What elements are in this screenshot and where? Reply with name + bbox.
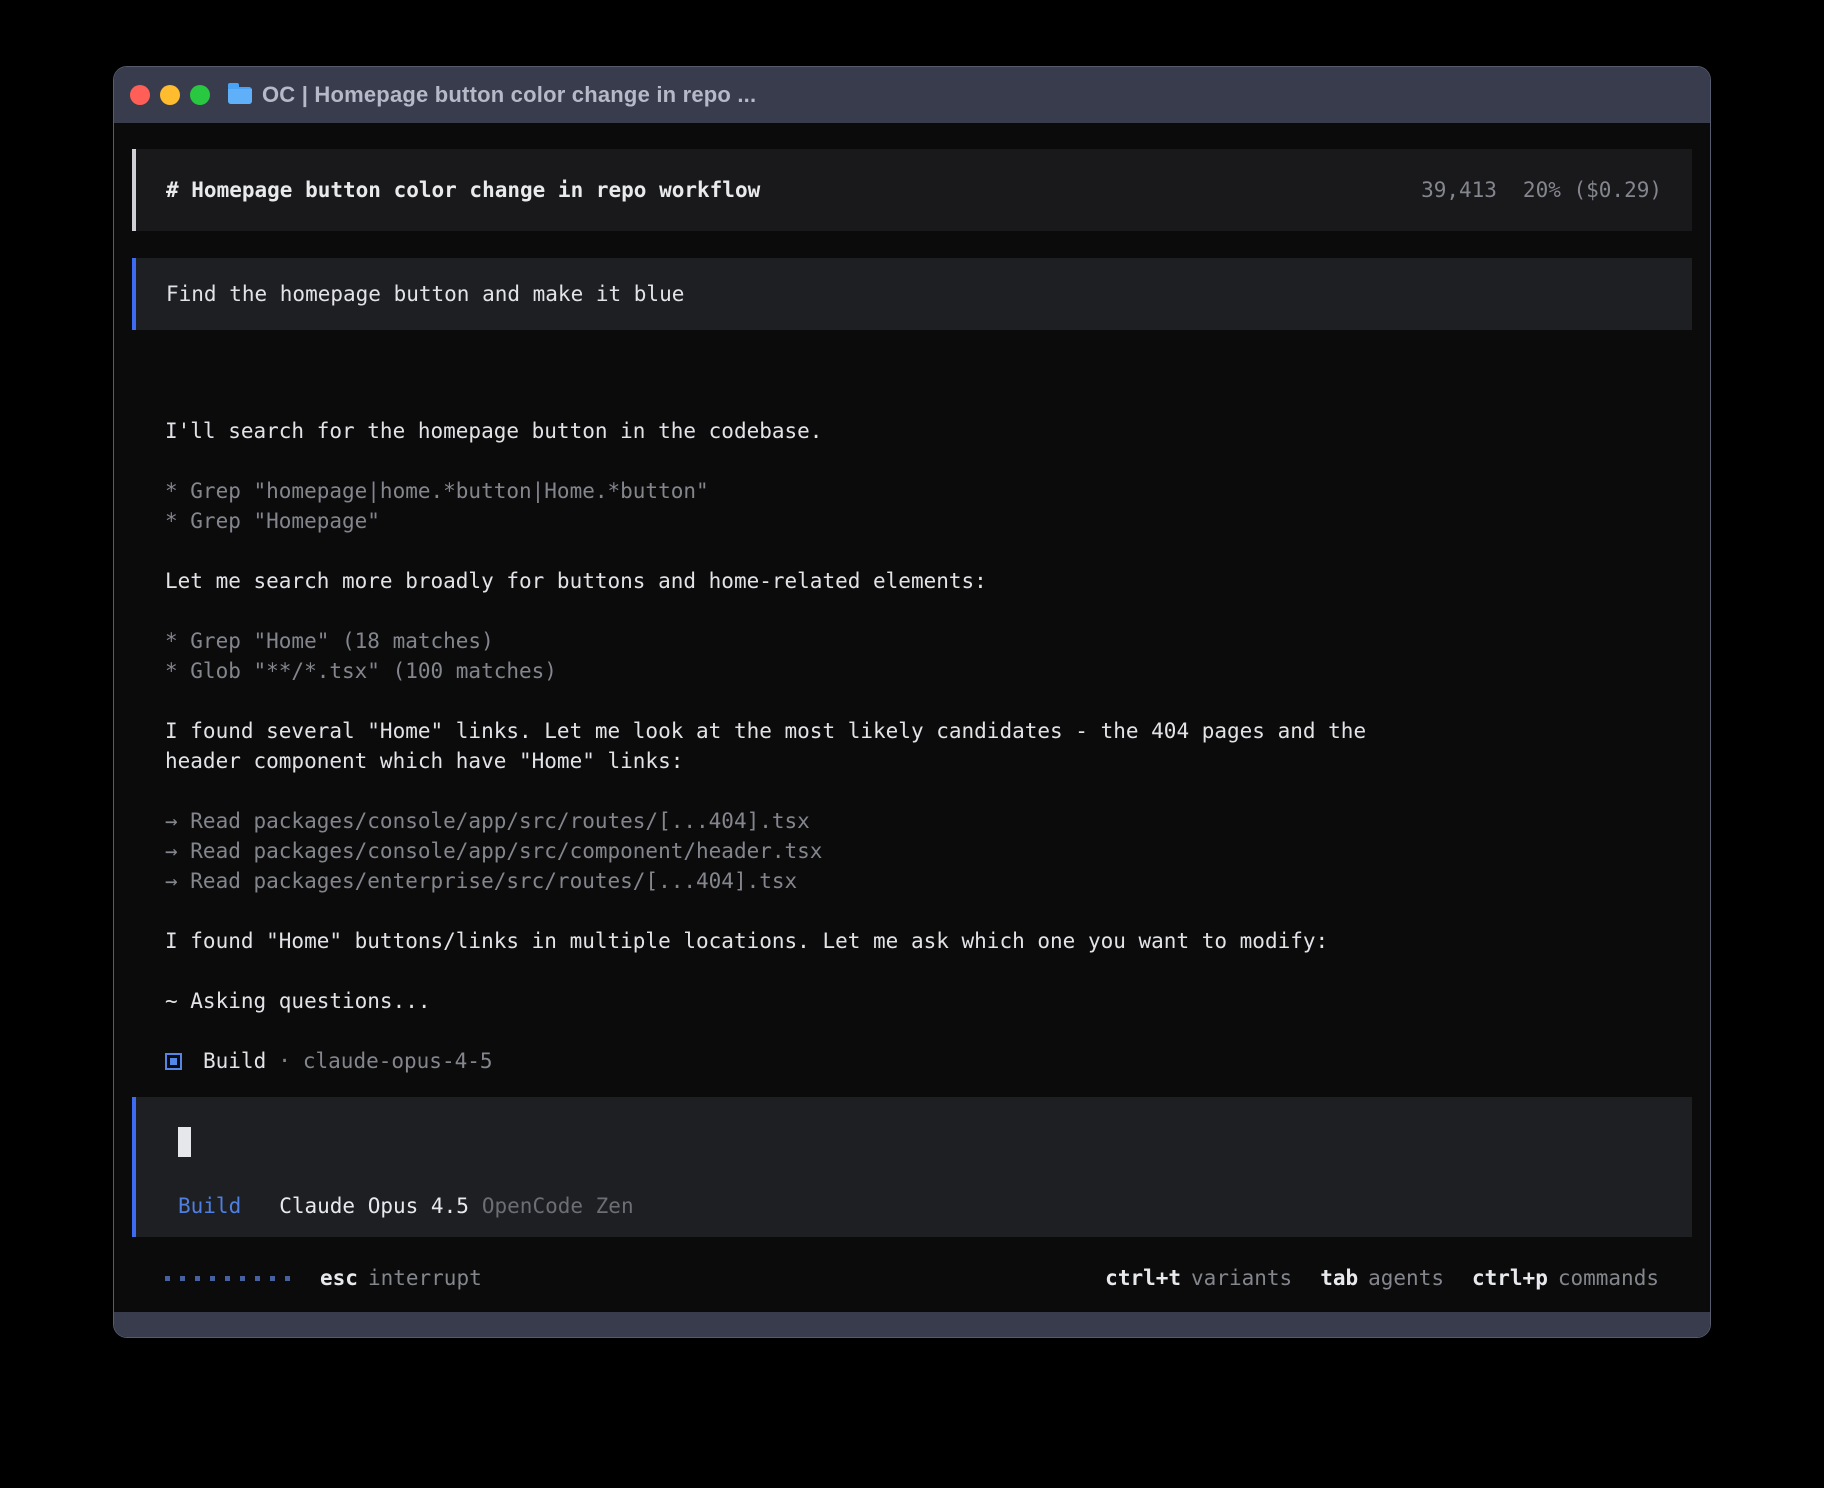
context-usage-cost: 20% ($0.29) bbox=[1523, 178, 1662, 202]
blank-line bbox=[165, 446, 1659, 476]
session-header: # Homepage button color change in repo w… bbox=[132, 149, 1692, 231]
folder-icon bbox=[228, 87, 252, 104]
minimize-button[interactable] bbox=[160, 85, 180, 105]
input-agent-badge: Build bbox=[178, 1191, 241, 1221]
status-text-line: ~ Asking questions... bbox=[165, 986, 1659, 1016]
tool-call-line: * Glob "**/*.tsx" (100 matches) bbox=[165, 656, 1659, 686]
esc-key-hint: esc bbox=[320, 1266, 358, 1290]
status-bar: esc interrupt ctrl+t variants tab agents… bbox=[165, 1263, 1659, 1293]
tool-call-line: * Grep "Homepage" bbox=[165, 506, 1659, 536]
hint-label: commands bbox=[1558, 1266, 1659, 1290]
hotkey-hint: tab agents bbox=[1320, 1266, 1444, 1290]
blank-line bbox=[165, 596, 1659, 626]
agent-model: claude-opus-4-5 bbox=[303, 1049, 493, 1073]
spinner-icon bbox=[165, 1276, 290, 1281]
input-model-label: Claude Opus 4.5 bbox=[279, 1191, 469, 1221]
window-titlebar[interactable]: OC | Homepage button color change in rep… bbox=[114, 67, 1710, 123]
session-stats: 39,413 20% ($0.29) bbox=[1421, 178, 1662, 202]
hint-label: agents bbox=[1368, 1266, 1444, 1290]
assistant-transcript: I'll search for the homepage button in t… bbox=[165, 416, 1659, 1016]
hotkey-hint: ctrl+p commands bbox=[1472, 1266, 1659, 1290]
terminal-window: OC | Homepage button color change in rep… bbox=[113, 66, 1711, 1338]
hotkey-hint: ctrl+t variants bbox=[1105, 1266, 1292, 1290]
blank-line bbox=[165, 896, 1659, 926]
tool-call-line: → Read packages/console/app/src/routes/[… bbox=[165, 806, 1659, 836]
tool-call-line: → Read packages/enterprise/src/routes/[.… bbox=[165, 866, 1659, 896]
blank-line bbox=[165, 776, 1659, 806]
tool-call-line: → Read packages/console/app/src/componen… bbox=[165, 836, 1659, 866]
agent-status-row: Build · claude-opus-4-5 bbox=[165, 1046, 1659, 1076]
hotkey-hints: ctrl+t variants tab agents ctrl+p comman… bbox=[1077, 1266, 1659, 1290]
assistant-text-line: header component which have "Home" links… bbox=[165, 746, 1659, 776]
assistant-text-line: Let me search more broadly for buttons a… bbox=[165, 566, 1659, 596]
tool-call-line: * Grep "Home" (18 matches) bbox=[165, 626, 1659, 656]
terminal-content: # Homepage button color change in repo w… bbox=[114, 123, 1710, 1312]
input-line[interactable] bbox=[178, 1127, 1650, 1157]
hint-key: ctrl+t bbox=[1105, 1266, 1181, 1290]
hint-key: ctrl+p bbox=[1472, 1266, 1548, 1290]
input-provider-label: OpenCode Zen bbox=[482, 1191, 634, 1221]
tool-call-line: * Grep "homepage|home.*button|Home.*butt… bbox=[165, 476, 1659, 506]
blank-line bbox=[165, 956, 1659, 986]
input-footer: Build Claude Opus 4.5 OpenCode Zen bbox=[178, 1191, 1650, 1221]
session-title: # Homepage button color change in repo w… bbox=[166, 178, 760, 202]
esc-key-label: interrupt bbox=[368, 1266, 482, 1290]
user-message-text: Find the homepage button and make it blu… bbox=[166, 282, 684, 306]
assistant-text-line: I found several "Home" links. Let me loo… bbox=[165, 716, 1659, 746]
agent-name: Build bbox=[203, 1049, 266, 1073]
build-status-icon bbox=[165, 1053, 182, 1070]
hint-key: tab bbox=[1320, 1266, 1358, 1290]
prompt-input[interactable]: Build Claude Opus 4.5 OpenCode Zen bbox=[132, 1097, 1692, 1237]
assistant-text-line: I'll search for the homepage button in t… bbox=[165, 416, 1659, 446]
window-bottom-strip bbox=[114, 1312, 1710, 1337]
token-count: 39,413 bbox=[1421, 178, 1497, 202]
user-message: Find the homepage button and make it blu… bbox=[132, 258, 1692, 330]
traffic-lights bbox=[130, 85, 210, 105]
zoom-button[interactable] bbox=[190, 85, 210, 105]
close-button[interactable] bbox=[130, 85, 150, 105]
assistant-text-line: I found "Home" buttons/links in multiple… bbox=[165, 926, 1659, 956]
window-title: OC | Homepage button color change in rep… bbox=[262, 82, 756, 108]
separator-dot: · bbox=[278, 1049, 291, 1073]
blank-line bbox=[165, 686, 1659, 716]
blank-line bbox=[165, 536, 1659, 566]
text-cursor bbox=[178, 1127, 191, 1157]
hint-label: variants bbox=[1191, 1266, 1292, 1290]
